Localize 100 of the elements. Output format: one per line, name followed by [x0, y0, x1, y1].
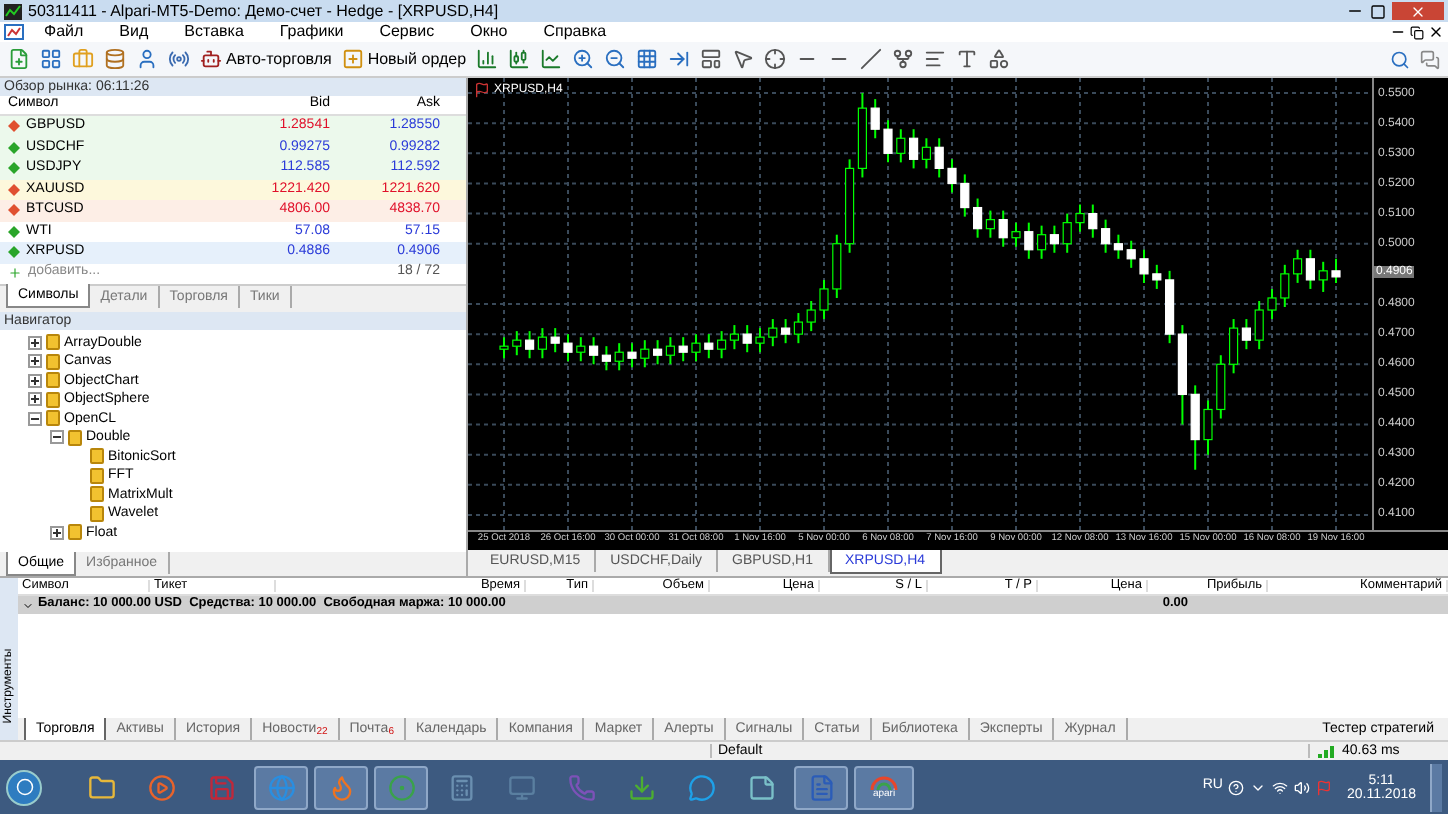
zoom-in-icon[interactable] [572, 48, 595, 70]
fibonacci-icon[interactable] [924, 48, 947, 70]
new-chart-icon[interactable] [8, 48, 30, 70]
candlestick [1101, 218, 1111, 254]
close-icon [1410, 3, 1426, 19]
notepad-icon [747, 773, 775, 801]
scroll-end-icon[interactable] [668, 48, 691, 70]
collapse-icon[interactable] [50, 430, 64, 445]
search-icon[interactable] [1390, 49, 1410, 69]
bar-chart-icon[interactable] [476, 48, 499, 70]
candlestick [665, 336, 675, 366]
browser-icon [327, 773, 355, 801]
taskbar-button[interactable] [314, 765, 368, 809]
plus-icon [8, 266, 22, 280]
candlestick [691, 333, 701, 363]
candlestick [896, 128, 906, 164]
folder-icon [87, 773, 115, 801]
fork-icon[interactable] [892, 48, 915, 70]
candlestick [1011, 221, 1021, 248]
app-icon [4, 3, 22, 19]
candlestick [909, 128, 919, 170]
help-icon[interactable] [1228, 779, 1245, 795]
maximize-icon[interactable] [1370, 3, 1386, 19]
taskbar-button[interactable] [794, 765, 848, 809]
chat-icon[interactable] [1420, 49, 1440, 69]
shapes-icon[interactable] [988, 48, 1011, 70]
menu-item[interactable]: Справка [527, 24, 623, 40]
taskbar-button[interactable] [254, 765, 308, 809]
close-icon[interactable] [1428, 24, 1444, 40]
auto-trading-button[interactable]: Авто-торговля [200, 48, 332, 70]
text-icon[interactable] [956, 48, 979, 70]
network-icon[interactable] [1272, 779, 1289, 795]
candlestick [1305, 248, 1315, 290]
user-icon[interactable] [136, 48, 158, 70]
profiles-icon[interactable] [40, 48, 62, 70]
candlestick [729, 324, 739, 351]
database-icon[interactable] [104, 48, 126, 70]
candlestick [793, 312, 803, 345]
signal-bars-icon [1318, 744, 1338, 758]
crosshair-icon[interactable] [764, 48, 787, 70]
torrent-icon [627, 773, 655, 801]
trend-line-icon[interactable] [860, 48, 883, 70]
candlestick [525, 330, 535, 360]
phone-icon [567, 773, 595, 801]
expand-icon[interactable] [28, 373, 42, 388]
signal-icon[interactable] [168, 48, 190, 70]
candlestick [1113, 233, 1123, 260]
media-player-icon [147, 773, 175, 801]
candlestick [1241, 318, 1251, 351]
candlestick [1318, 260, 1328, 293]
collapse-icon[interactable] [28, 411, 42, 426]
expand-icon[interactable] [28, 335, 42, 350]
robot-icon [200, 48, 222, 70]
document-icon [807, 773, 835, 801]
candlestick [589, 336, 599, 366]
browser-icon [387, 773, 415, 801]
candlestick [537, 327, 547, 360]
candlestick [781, 318, 791, 345]
calculator-icon [447, 773, 475, 801]
candlestick [640, 339, 650, 369]
computer-icon [507, 773, 535, 801]
flag-icon [474, 82, 490, 98]
candlestick [653, 339, 663, 366]
menu-item[interactable]: Сервис [363, 24, 451, 40]
template-icon[interactable] [700, 48, 723, 70]
grid-icon[interactable] [636, 48, 659, 70]
new-order-icon [341, 48, 364, 70]
menu-item[interactable]: Файл [28, 24, 100, 40]
windows-logo-icon [15, 778, 33, 796]
candlestick [601, 345, 611, 372]
expand-icon[interactable] [28, 392, 42, 407]
candlestick [921, 137, 931, 170]
cursor-icon[interactable] [732, 48, 755, 70]
taskbar-button[interactable] [374, 765, 428, 809]
browser-icon [267, 773, 295, 801]
candlestick-icon[interactable] [508, 48, 531, 70]
start-button[interactable] [6, 769, 42, 805]
candlestick [576, 336, 586, 363]
restore-icon[interactable] [1410, 25, 1424, 39]
expand-icon[interactable] [50, 525, 64, 540]
zoom-out-icon[interactable] [604, 48, 627, 70]
candlestick [1229, 318, 1239, 375]
logo-icon [870, 775, 898, 789]
candlestick [985, 209, 995, 239]
candlestick [1049, 224, 1059, 254]
candlestick [973, 197, 983, 239]
menu-item[interactable]: Вставка [168, 24, 260, 40]
candlestick [1037, 224, 1047, 260]
menu-item[interactable]: Вид [103, 24, 165, 40]
candlestick [717, 330, 727, 360]
window-title: 50311411 - Alpari-MT5-Demo: Демо-счет - Hedge - [XRPUSD,H4] [28, 3, 499, 19]
menu-item[interactable]: Окно [454, 24, 524, 40]
chat-icon [687, 773, 715, 801]
candlestick [1293, 248, 1303, 284]
candlestick [614, 342, 624, 372]
new-order-button[interactable]: Новый ордер [341, 48, 467, 70]
expand-icon[interactable] [28, 354, 42, 369]
line-chart-icon[interactable] [540, 48, 563, 70]
volume-icon[interactable] [1294, 779, 1311, 795]
menu-item[interactable]: Графики [263, 24, 360, 40]
